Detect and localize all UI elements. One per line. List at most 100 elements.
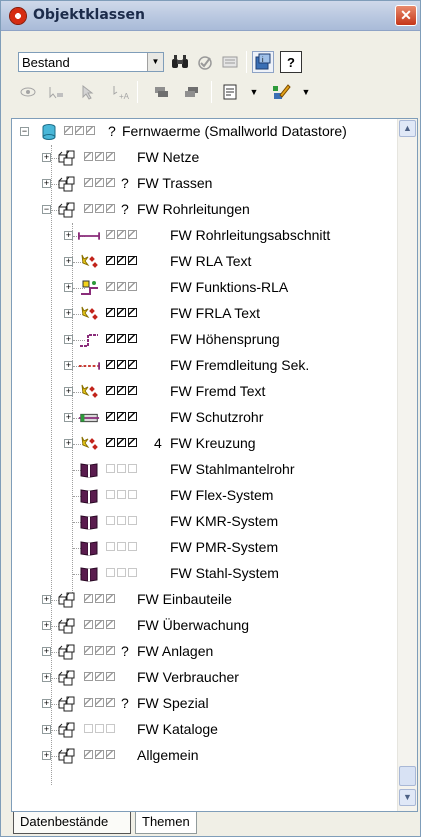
check-selectable[interactable] [95, 724, 104, 733]
check-visible[interactable] [106, 516, 115, 525]
tree-row[interactable]: + FW Verbraucher [12, 665, 397, 691]
check-selectable[interactable] [95, 620, 104, 629]
check-selectable[interactable] [117, 412, 126, 421]
check-selectable[interactable] [117, 308, 126, 317]
check-editable[interactable] [128, 490, 137, 499]
visibility-checks[interactable] [106, 412, 137, 423]
check-visible[interactable] [84, 646, 93, 655]
tree-row[interactable]: + FW Fremdleitung Sek. [12, 353, 397, 379]
visibility-checks[interactable] [106, 542, 137, 553]
visibility-checks[interactable] [64, 126, 95, 137]
check-editable[interactable] [128, 412, 137, 421]
check-selectable[interactable] [117, 464, 126, 473]
tree-row[interactable]: + FW Überwachung [12, 613, 397, 639]
collapse-icon[interactable]: − [42, 205, 51, 214]
check-editable[interactable] [86, 126, 95, 135]
check-selectable[interactable] [117, 542, 126, 551]
check-tool-button[interactable] [194, 51, 216, 73]
check-visible[interactable] [84, 152, 93, 161]
check-visible[interactable] [106, 438, 115, 447]
tree-row[interactable]: + Allgemein [12, 743, 397, 769]
expand-icon[interactable]: + [64, 387, 73, 396]
check-visible[interactable] [84, 178, 93, 187]
collapse-icon[interactable]: − [20, 127, 29, 136]
check-editable[interactable] [128, 386, 137, 395]
check-selectable[interactable] [117, 516, 126, 525]
tree-row[interactable]: FW Stahlmantelrohr [12, 457, 397, 483]
tree-row[interactable]: + FW Fremd Text [12, 379, 397, 405]
check-editable[interactable] [128, 360, 137, 369]
visibility-checks[interactable] [84, 594, 115, 605]
visibility-checks[interactable] [106, 568, 137, 579]
visibility-button[interactable] [17, 81, 39, 103]
check-selectable[interactable] [117, 230, 126, 239]
expand-icon[interactable]: + [64, 257, 73, 266]
tree-row[interactable]: + FW FRLA Text [12, 301, 397, 327]
visibility-checks[interactable] [106, 438, 137, 449]
visibility-checks[interactable] [106, 360, 137, 371]
check-visible[interactable] [84, 204, 93, 213]
check-selectable[interactable] [95, 204, 104, 213]
visibility-checks[interactable] [106, 516, 137, 527]
tree-row[interactable]: FW Flex-System [12, 483, 397, 509]
title-bar[interactable]: Objektklassen ✕ [1, 1, 420, 31]
list-view-button[interactable] [219, 51, 241, 73]
tree-row[interactable]: +? FW Anlagen [12, 639, 397, 665]
layer-up-button[interactable] [151, 81, 173, 103]
check-visible[interactable] [84, 672, 93, 681]
check-editable[interactable] [128, 464, 137, 473]
check-selectable[interactable] [95, 594, 104, 603]
check-editable[interactable] [106, 698, 115, 707]
check-editable[interactable] [128, 542, 137, 551]
visibility-checks[interactable] [106, 386, 137, 397]
expand-icon[interactable]: + [42, 751, 51, 760]
tree-row[interactable]: +? FW Spezial [12, 691, 397, 717]
check-visible[interactable] [84, 750, 93, 759]
expand-icon[interactable]: + [42, 647, 51, 656]
check-visible[interactable] [84, 698, 93, 707]
check-selectable[interactable] [117, 386, 126, 395]
tree-row[interactable]: + FW Rohrleitungsabschnitt [12, 223, 397, 249]
properties-dropdown[interactable]: ▼ [243, 81, 265, 103]
check-selectable[interactable] [117, 256, 126, 265]
check-editable[interactable] [106, 750, 115, 759]
tree-row[interactable]: FW PMR-System [12, 535, 397, 561]
check-editable[interactable] [106, 594, 115, 603]
check-selectable[interactable] [117, 282, 126, 291]
check-editable[interactable] [106, 152, 115, 161]
style-tool-button[interactable] [271, 81, 293, 103]
expand-icon[interactable]: + [64, 361, 73, 370]
check-selectable[interactable] [95, 698, 104, 707]
check-visible[interactable] [106, 490, 115, 499]
tree-row[interactable]: + FW Höhensprung [12, 327, 397, 353]
check-editable[interactable] [128, 256, 137, 265]
properties-button[interactable] [219, 81, 241, 103]
layer-down-button[interactable] [181, 81, 203, 103]
check-visible[interactable] [106, 282, 115, 291]
select-point-button[interactable] [45, 81, 67, 103]
check-editable[interactable] [128, 334, 137, 343]
check-visible[interactable] [106, 360, 115, 369]
expand-icon[interactable]: + [42, 699, 51, 708]
visibility-checks[interactable] [84, 750, 115, 761]
visibility-checks[interactable] [106, 308, 137, 319]
object-info-button[interactable]: i [252, 51, 274, 73]
check-visible[interactable] [106, 568, 115, 577]
check-selectable[interactable] [95, 750, 104, 759]
check-selectable[interactable] [117, 568, 126, 577]
check-selectable[interactable] [95, 646, 104, 655]
visibility-checks[interactable] [106, 334, 137, 345]
check-visible[interactable] [106, 308, 115, 317]
scroll-up-button[interactable]: ▲ [399, 120, 416, 137]
visibility-checks[interactable] [106, 464, 137, 475]
chevron-down-icon[interactable]: ▼ [147, 53, 163, 71]
style-dropdown[interactable]: ▼ [295, 81, 317, 103]
check-visible[interactable] [106, 334, 115, 343]
check-selectable[interactable] [95, 672, 104, 681]
visibility-checks[interactable] [84, 152, 115, 163]
check-selectable[interactable] [95, 152, 104, 161]
visibility-checks[interactable] [84, 204, 115, 215]
check-editable[interactable] [106, 178, 115, 187]
expand-icon[interactable]: + [42, 153, 51, 162]
visibility-checks[interactable] [84, 178, 115, 189]
